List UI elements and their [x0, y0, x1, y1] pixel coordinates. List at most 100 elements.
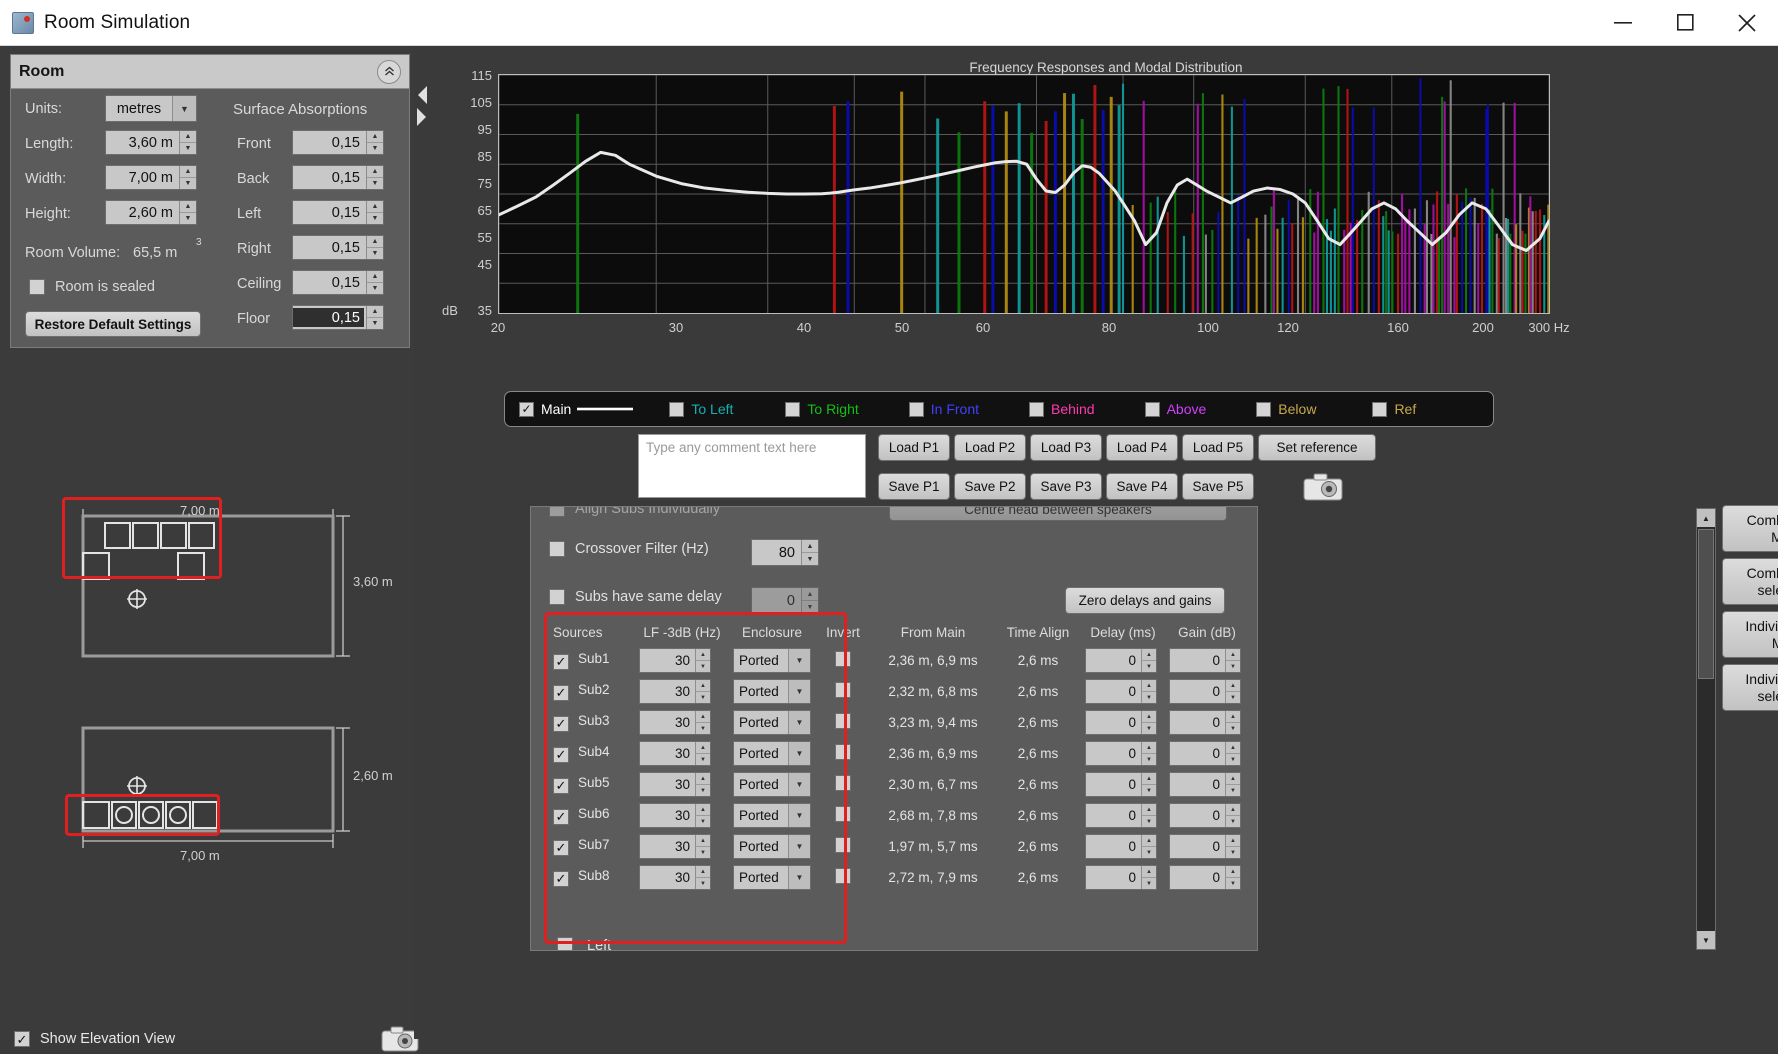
load-p5-button[interactable]: Load P5: [1182, 434, 1254, 461]
stepper-up-icon[interactable]: ▲: [180, 166, 196, 178]
stepper-arrows[interactable]: ▲ ▼: [1141, 866, 1156, 889]
legend-checkbox-to-left[interactable]: [669, 401, 685, 417]
individual-responses-main-mic-button[interactable]: Individual responses atMain mic posn: [1722, 611, 1778, 658]
stepper-down-icon[interactable]: ▼: [1226, 661, 1240, 672]
stepper-arrows[interactable]: ▲ ▼: [801, 588, 818, 613]
stepper-down-icon[interactable]: ▼: [1226, 723, 1240, 734]
stepper-up-icon[interactable]: ▲: [367, 201, 383, 213]
stepper-up-icon[interactable]: ▲: [1142, 711, 1156, 723]
stepper-down-icon[interactable]: ▼: [1226, 847, 1240, 858]
stepper-arrows[interactable]: ▲ ▼: [1225, 649, 1240, 672]
stepper-arrows[interactable]: ▲ ▼: [1225, 835, 1240, 858]
delay-stepper[interactable]: 0 ▲ ▼: [1085, 679, 1157, 704]
room-is-sealed-checkbox-row[interactable]: Room is sealed: [29, 279, 155, 295]
stepper-arrows[interactable]: ▲ ▼: [1225, 866, 1240, 889]
delay-stepper[interactable]: 0 ▲ ▼: [1085, 803, 1157, 828]
crossover-filter-row[interactable]: Crossover Filter (Hz): [549, 541, 709, 557]
units-select[interactable]: metres ▼: [105, 95, 197, 122]
delay-stepper[interactable]: 0 ▲ ▼: [1085, 710, 1157, 735]
set-reference-button[interactable]: Set reference: [1258, 434, 1376, 461]
gain-stepper[interactable]: 0 ▲ ▼: [1169, 679, 1241, 704]
legend-checkbox-main[interactable]: ✓: [519, 401, 534, 417]
stepper-down-icon[interactable]: ▼: [367, 178, 383, 189]
stepper-down-icon[interactable]: ▼: [1226, 754, 1240, 765]
crossover-filter-checkbox[interactable]: [549, 541, 565, 557]
close-button[interactable]: [1716, 0, 1778, 45]
legend-item-behind[interactable]: Behind: [1029, 401, 1095, 417]
centre-head-between-speakers-button[interactable]: Centre head between speakers: [889, 507, 1227, 521]
stepper-down-icon[interactable]: ▼: [1142, 816, 1156, 827]
stepper-arrows[interactable]: ▲ ▼: [179, 201, 196, 224]
comment-input[interactable]: Type any comment text here: [638, 434, 866, 498]
stepper-arrows[interactable]: ▲ ▼: [1141, 680, 1156, 703]
stepper-arrows[interactable]: ▲ ▼: [179, 166, 196, 189]
save-p5-button[interactable]: Save P5: [1182, 473, 1254, 500]
zero-delays-and-gains-button[interactable]: Zero delays and gains: [1065, 587, 1225, 614]
legend-item-main[interactable]: ✓ Main: [519, 401, 634, 417]
stepper-arrows[interactable]: ▲ ▼: [366, 271, 383, 294]
stepper-arrows[interactable]: ▲ ▼: [1225, 773, 1240, 796]
legend-checkbox-behind[interactable]: [1029, 401, 1044, 417]
stepper-up-icon[interactable]: ▲: [1226, 711, 1240, 723]
height-stepper[interactable]: 2,60 m ▲ ▼: [105, 200, 197, 225]
stepper-down-icon[interactable]: ▼: [367, 283, 383, 294]
stepper-arrows[interactable]: ▲ ▼: [1141, 649, 1156, 672]
stepper-up-icon[interactable]: ▲: [1142, 804, 1156, 816]
legend-item-below[interactable]: Below: [1256, 401, 1316, 417]
combined-response-main-mic-button[interactable]: Combined response atMain mic Posn: [1722, 505, 1778, 552]
subs-have-same-delay-row[interactable]: Subs have same delay: [549, 589, 722, 605]
gain-stepper[interactable]: 0 ▲ ▼: [1169, 834, 1241, 859]
camera-icon[interactable]: [1302, 471, 1344, 503]
gain-stepper[interactable]: 0 ▲ ▼: [1169, 710, 1241, 735]
stepper-down-icon[interactable]: ▼: [367, 213, 383, 224]
delay-stepper[interactable]: 0 ▲ ▼: [1085, 834, 1157, 859]
absorption-stepper-back[interactable]: 0,15 ▲ ▼: [292, 165, 384, 190]
stepper-arrows[interactable]: ▲ ▼: [1225, 804, 1240, 827]
legend-item-to-right[interactable]: To Right: [785, 401, 859, 417]
stepper-up-icon[interactable]: ▲: [1142, 866, 1156, 878]
stepper-up-icon[interactable]: ▲: [367, 166, 383, 178]
room-is-sealed-checkbox[interactable]: [29, 279, 45, 295]
stepper-arrows[interactable]: ▲ ▼: [801, 540, 818, 565]
absorption-stepper-left[interactable]: 0,15 ▲ ▼: [292, 200, 384, 225]
load-p3-button[interactable]: Load P3: [1030, 434, 1102, 461]
absorption-stepper-right[interactable]: 0,15 ▲ ▼: [292, 235, 384, 260]
stepper-arrows[interactable]: ▲ ▼: [179, 131, 196, 154]
subs-have-same-delay-checkbox[interactable]: [549, 589, 565, 605]
load-p2-button[interactable]: Load P2: [954, 434, 1026, 461]
stepper-up-icon[interactable]: ▲: [367, 306, 383, 318]
stepper-arrows[interactable]: ▲ ▼: [1141, 742, 1156, 765]
legend-checkbox-in-front[interactable]: [908, 401, 924, 417]
stepper-up-icon[interactable]: ▲: [1226, 742, 1240, 754]
stepper-up-icon[interactable]: ▲: [367, 271, 383, 283]
stepper-up-icon[interactable]: ▲: [180, 131, 196, 143]
delay-stepper[interactable]: 0 ▲ ▼: [1085, 648, 1157, 673]
legend-item-to-left[interactable]: To Left: [669, 401, 733, 417]
stepper-down-icon[interactable]: ▼: [1142, 847, 1156, 858]
stepper-up-icon[interactable]: ▲: [180, 201, 196, 213]
combined-response-selected-mics-button[interactable]: Combined response atselected mic posns: [1722, 558, 1778, 605]
stepper-down-icon[interactable]: ▼: [802, 553, 818, 565]
legend-item-in-front[interactable]: In Front: [908, 401, 979, 417]
stepper-down-icon[interactable]: ▼: [180, 213, 196, 224]
sources-panel-scrollbar[interactable]: ▲ ▼: [1696, 508, 1716, 950]
stepper-down-icon[interactable]: ▼: [1142, 723, 1156, 734]
stepper-up-icon[interactable]: ▲: [1226, 773, 1240, 785]
stepper-up-icon[interactable]: ▲: [1142, 742, 1156, 754]
stepper-down-icon[interactable]: ▼: [1226, 785, 1240, 796]
stepper-down-icon[interactable]: ▼: [1226, 692, 1240, 703]
stepper-up-icon[interactable]: ▲: [1226, 649, 1240, 661]
align-subs-individually-checkbox[interactable]: [549, 507, 565, 517]
stepper-arrows[interactable]: ▲ ▼: [366, 236, 383, 259]
stepper-arrows[interactable]: ▲ ▼: [1141, 773, 1156, 796]
stepper-arrows[interactable]: ▲ ▼: [366, 131, 383, 154]
stepper-down-icon[interactable]: ▼: [1142, 692, 1156, 703]
gain-stepper[interactable]: 0 ▲ ▼: [1169, 865, 1241, 890]
stepper-down-icon[interactable]: ▼: [367, 143, 383, 154]
gain-stepper[interactable]: 0 ▲ ▼: [1169, 648, 1241, 673]
scrollbar-thumb[interactable]: [1698, 529, 1714, 679]
subs-have-same-delay-stepper[interactable]: 0 ▲ ▼: [751, 587, 819, 614]
gain-stepper[interactable]: 0 ▲ ▼: [1169, 741, 1241, 766]
minimize-button[interactable]: [1592, 0, 1654, 45]
stepper-arrows[interactable]: ▲ ▼: [1225, 742, 1240, 765]
